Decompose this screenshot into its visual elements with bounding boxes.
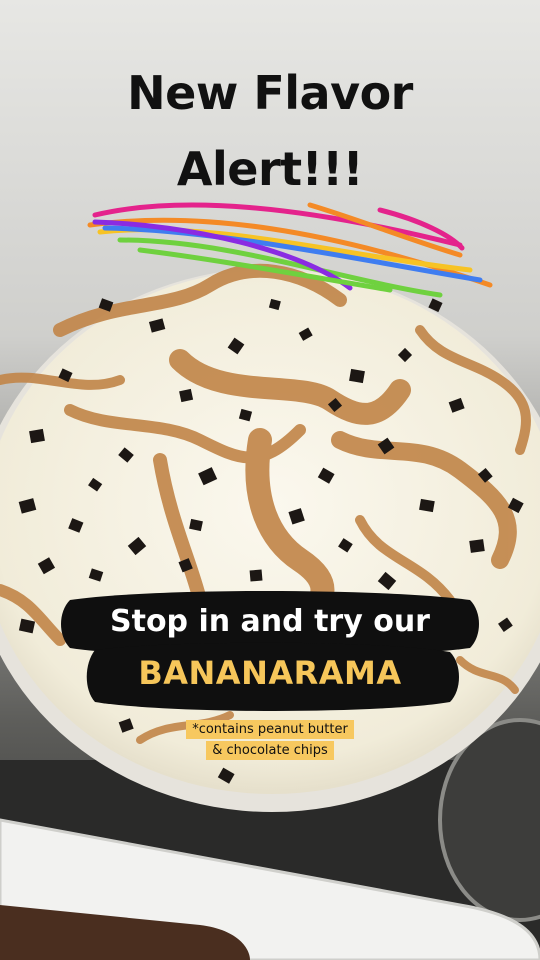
headline-line-1: New Flavor <box>127 66 413 120</box>
flavor-name: BANANARAMA <box>138 654 402 692</box>
footnote-line-2: & chocolate chips <box>0 739 540 763</box>
promo-text: Stop in and try our <box>110 604 430 639</box>
footnote-text-2: & chocolate chips <box>206 741 334 760</box>
headline-line-2: Alert!!! <box>176 142 364 196</box>
promo-banner: Stop in and try our BANANARAMA <box>60 590 480 712</box>
footnote-text-1: *contains peanut butter <box>186 720 354 739</box>
